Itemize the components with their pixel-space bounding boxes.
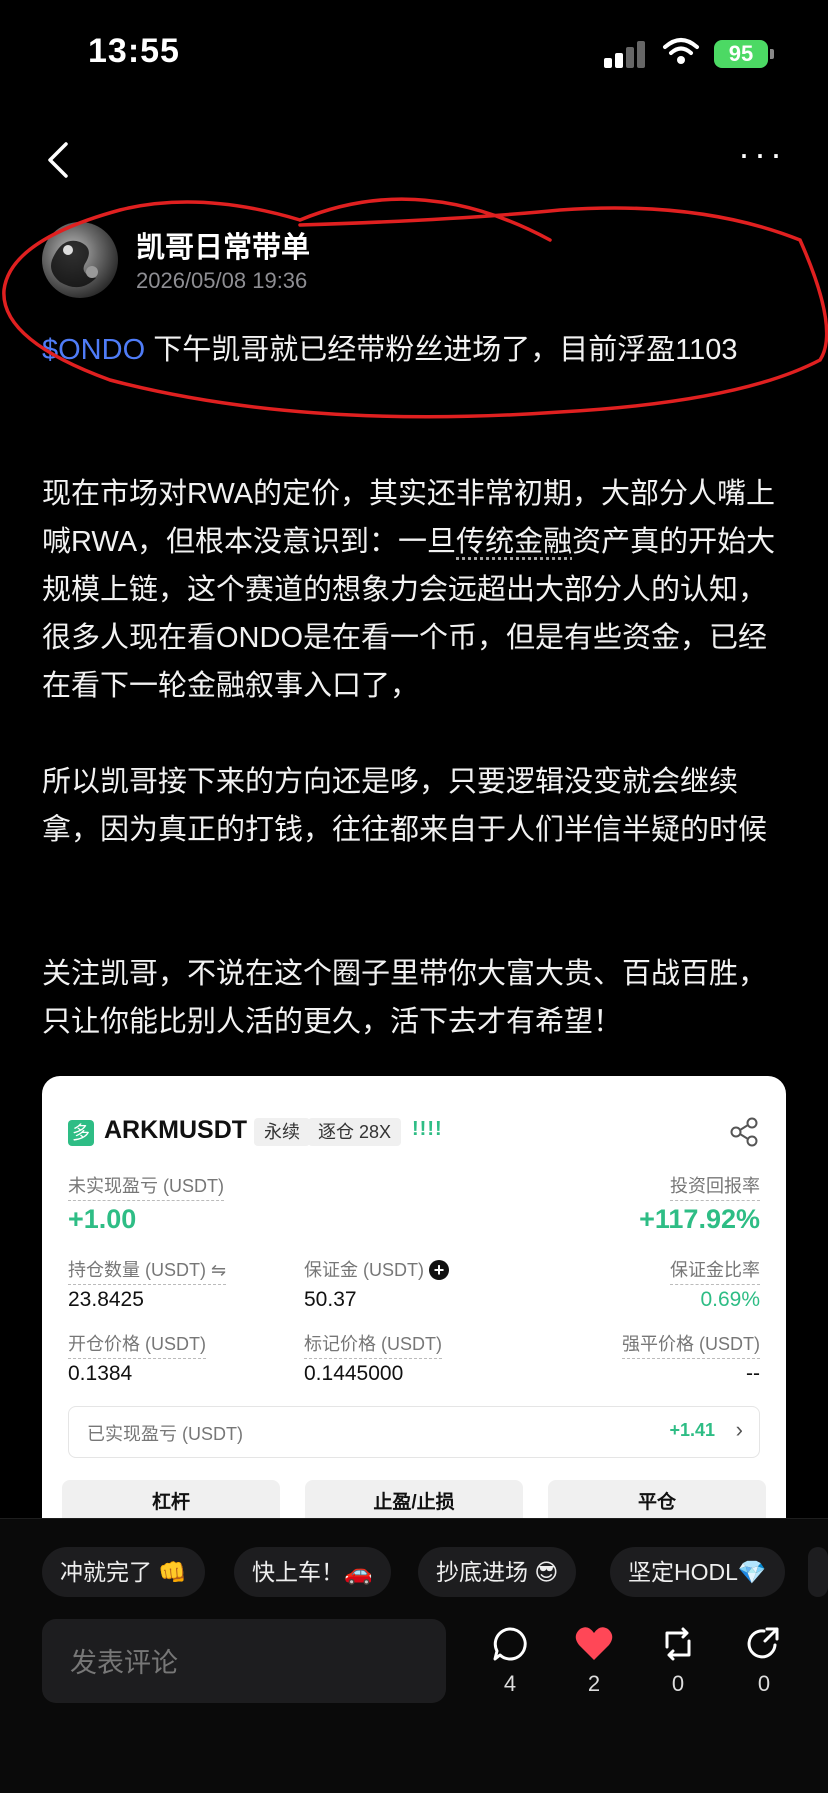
realized-pnl-row[interactable]: 已实现盈亏 (USDT) +1.41 › <box>68 1406 760 1458</box>
liq-price-value: -- <box>746 1362 760 1385</box>
mark-price-label: 标记价格 (USDT) <box>304 1330 442 1359</box>
open-price-value: 0.1384 <box>68 1362 133 1385</box>
open-price-label: 开仓价格 (USDT) <box>68 1330 206 1359</box>
red-annotation-ellipse <box>2 197 828 419</box>
roi-value: +117.92% <box>639 1204 760 1234</box>
status-bar: 13:55 95 <box>0 0 828 110</box>
chevron-right-icon: › <box>735 1417 743 1442</box>
battery-icon: 95 <box>714 40 768 68</box>
unrealized-pnl-value: +1.00 <box>68 1204 137 1234</box>
quick-reply-chip[interactable]: 坚定HODL💎 <box>610 1547 785 1597</box>
realized-pnl-value: +1.41 <box>669 1420 715 1440</box>
unrealized-pnl-label: 未实现盈亏 (USDT) <box>68 1172 224 1201</box>
post-paragraph-3: 关注凯哥，不说在这个圈子里带你大富大贵、百战百胜，只让你能比别人活的更久，活下去… <box>42 958 768 1038</box>
tag-leverage: 逐仓 28X <box>308 1118 402 1146</box>
repost-count: 0 <box>671 1671 685 1696</box>
share-action[interactable]: 0 <box>734 1625 794 1697</box>
cellular-signal-icon <box>604 40 648 68</box>
wifi-icon <box>663 38 699 64</box>
close-position-button[interactable]: 平仓 <box>548 1480 766 1518</box>
risk-bars: !!!! <box>412 1118 443 1140</box>
comment-icon <box>493 1627 527 1661</box>
leverage-button[interactable]: 杠杆 <box>62 1480 280 1518</box>
keyword-link[interactable]: 传统金融 <box>456 526 572 558</box>
post-paragraph-2: 所以凯哥接下来的方向还是哆，只要逻辑没变就会继续拿，因为真正的打钱，往往都来自于… <box>42 766 768 846</box>
quick-reply-chip-overflow[interactable] <box>808 1547 828 1597</box>
long-badge: 多 <box>68 1120 94 1146</box>
tp-sl-button[interactable]: 止盈/止损 <box>305 1480 523 1518</box>
quick-reply-chip[interactable]: 冲就完了 👊 <box>42 1547 206 1597</box>
position-card[interactable]: 多 ARKMUSDT 永续 逐仓 28X !!!! 未实现盈亏 (USDT) +… <box>42 1076 786 1518</box>
margin-ratio-value: 0.69% <box>700 1288 760 1311</box>
position-qty-label: 持仓数量 (USDT) ⇋ <box>68 1256 227 1285</box>
quick-reply-chip[interactable]: 抄底进场 😎 <box>418 1547 577 1597</box>
repost-action[interactable]: 0 <box>648 1625 708 1697</box>
like-count: 2 <box>587 1671 601 1696</box>
heart-icon <box>575 1627 613 1660</box>
realized-pnl-label: 已实现盈亏 (USDT) <box>87 1424 243 1444</box>
back-arrow-icon[interactable] <box>40 138 80 182</box>
share-icon[interactable] <box>728 1116 760 1148</box>
battery-cap <box>770 49 774 59</box>
quick-reply-chip[interactable]: 快上车！🚗 <box>234 1547 391 1597</box>
add-margin-icon[interactable]: + <box>429 1260 450 1280</box>
repost-icon <box>665 1627 691 1661</box>
symbol: ARKMUSDT <box>104 1116 248 1144</box>
post-paragraph-1: 现在市场对RWA的定价，其实还非常初期，大部分人嘴上喊RWA，但根本没意识到：一… <box>42 470 786 710</box>
margin-value: 50.37 <box>304 1288 357 1311</box>
comment-placeholder: 发表评论 <box>70 1648 178 1678</box>
like-action[interactable]: 2 <box>564 1625 624 1697</box>
comment-count: 4 <box>503 1671 517 1696</box>
first-line-text: 下午凯哥就已经带粉丝进场了，目前浮盈1103 <box>145 334 738 366</box>
post-first-line: $ONDO 下午凯哥就已经带粉丝进场了，目前浮盈1103 <box>42 326 786 374</box>
ticker-link[interactable]: $ONDO <box>42 334 145 366</box>
mark-price-value: 0.1445000 <box>304 1362 404 1385</box>
comment-action[interactable]: 4 <box>480 1625 540 1697</box>
position-qty-value: 23.8425 <box>68 1288 144 1311</box>
post-date: 2026/05/08 19:36 <box>136 268 308 293</box>
comment-input[interactable]: 发表评论 <box>42 1619 446 1703</box>
more-options-icon[interactable]: ··· <box>738 136 788 174</box>
roi-label: 投资回报率 <box>670 1172 760 1201</box>
avatar[interactable] <box>42 222 118 298</box>
status-time: 13:55 <box>88 32 180 70</box>
margin-ratio-label: 保证金比率 <box>670 1256 760 1285</box>
share-count: 0 <box>757 1671 771 1696</box>
liq-price-label: 强平价格 (USDT) <box>622 1330 760 1359</box>
share-arrow-icon <box>747 1627 779 1659</box>
bottom-panel: 冲就完了 👊 快上车！🚗 抄底进场 😎 坚定HODL💎 发表评论 4 2 0 0 <box>0 1518 828 1793</box>
tag-perpetual: 永续 <box>254 1118 310 1146</box>
author-name[interactable]: 凯哥日常带单 <box>136 224 310 266</box>
margin-label: 保证金 (USDT) + <box>304 1256 450 1284</box>
